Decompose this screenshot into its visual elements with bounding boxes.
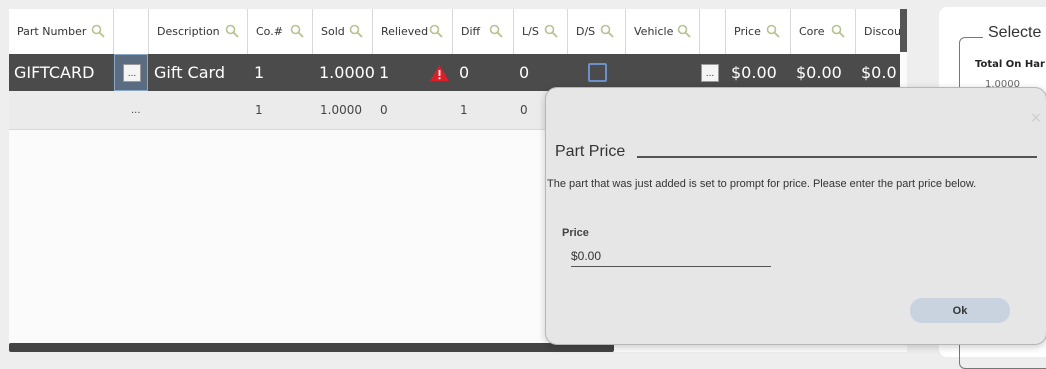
- vertical-scrollbar[interactable]: [900, 9, 907, 52]
- col-price[interactable]: Price: [726, 9, 791, 54]
- cell-price: $0.00: [731, 63, 777, 82]
- selected-cell[interactable]: ...: [114, 54, 148, 91]
- col-discount-label: Discou: [864, 25, 902, 38]
- col-sold-label: Sold: [321, 25, 345, 38]
- cell-diff: 1: [460, 103, 468, 117]
- search-icon[interactable]: [600, 24, 614, 38]
- cell-co: 1: [254, 63, 265, 82]
- col-description-label: Description: [157, 25, 220, 38]
- cell-relieved: 0: [380, 103, 388, 117]
- table-row[interactable]: GIFTCARD ... Gift Card 1 1.0000 1 0 0 ..…: [9, 54, 900, 91]
- search-icon[interactable]: [91, 24, 105, 38]
- cell-sold: 1.0000: [320, 103, 362, 117]
- col-ds-label: D/S: [576, 25, 596, 38]
- col-discount[interactable]: Discou: [856, 9, 902, 54]
- price-input[interactable]: [571, 246, 771, 267]
- col-vehicle[interactable]: Vehicle: [626, 9, 700, 54]
- col-ls-label: L/S: [522, 25, 539, 38]
- col-diff-label: Diff: [461, 25, 481, 38]
- grid-header: Part Number Description Co.# Sold Reliev…: [9, 9, 902, 55]
- col-relieved-label: Relieved: [381, 25, 429, 38]
- col-price-label: Price: [734, 25, 761, 38]
- lookup-button[interactable]: ...: [123, 64, 141, 82]
- search-icon[interactable]: [766, 24, 780, 38]
- col-diff[interactable]: Diff: [453, 9, 514, 54]
- search-icon[interactable]: [225, 24, 239, 38]
- col-relieved[interactable]: Relieved: [373, 9, 453, 54]
- search-icon[interactable]: [677, 24, 691, 38]
- col-core[interactable]: Core: [791, 9, 856, 54]
- cell-diff: 0: [459, 63, 470, 82]
- price-label: Price: [562, 227, 589, 239]
- cell-description: Gift Card: [154, 63, 225, 82]
- col-vehicle-label: Vehicle: [634, 25, 674, 38]
- col-co-label: Co.#: [256, 25, 283, 38]
- cell-co: 1: [255, 103, 263, 117]
- search-icon[interactable]: [489, 24, 503, 38]
- cell-part-number: GIFTCARD: [14, 63, 95, 82]
- horizontal-scrollbar[interactable]: [9, 343, 614, 352]
- warning-icon: [430, 65, 449, 81]
- col-part-number[interactable]: Part Number: [9, 9, 114, 54]
- cell-ls: 0: [519, 63, 530, 82]
- cell-relieved: 1: [379, 63, 390, 82]
- search-icon[interactable]: [544, 24, 558, 38]
- selected-legend: Selecte: [983, 24, 1046, 42]
- cell-core: $0.00: [796, 63, 842, 82]
- col-core-label: Core: [799, 25, 825, 38]
- col-ls[interactable]: L/S: [514, 9, 568, 54]
- cell-ls: 0: [520, 103, 528, 117]
- col-sold[interactable]: Sold: [313, 9, 373, 54]
- cell-discount: $0.0: [861, 63, 897, 82]
- close-icon[interactable]: ×: [1030, 110, 1042, 126]
- ds-checkbox[interactable]: [588, 63, 607, 82]
- col-ds[interactable]: D/S: [568, 9, 626, 54]
- search-icon[interactable]: [831, 24, 845, 38]
- search-icon[interactable]: [429, 24, 443, 38]
- part-price-dialog: × Part Price The part that was just adde…: [545, 87, 1046, 345]
- col-part-number-label: Part Number: [17, 25, 87, 38]
- cell-sold: 1.0000: [319, 63, 375, 82]
- col-description[interactable]: Description: [149, 9, 248, 54]
- vehicle-button[interactable]: ...: [701, 64, 719, 82]
- col-blank-2: [700, 9, 726, 54]
- dialog-title: Part Price: [555, 143, 626, 160]
- dialog-message: The part that was just added is set to p…: [547, 178, 977, 190]
- search-icon[interactable]: [349, 24, 363, 38]
- cell-ellipsis: ...: [131, 104, 141, 116]
- col-blank: [114, 9, 149, 54]
- search-icon[interactable]: [290, 24, 304, 38]
- ok-button[interactable]: Ok: [910, 298, 1010, 323]
- col-co[interactable]: Co.#: [248, 9, 313, 54]
- title-divider: [637, 156, 1037, 158]
- total-on-hand-label: Total On Har: [975, 59, 1045, 70]
